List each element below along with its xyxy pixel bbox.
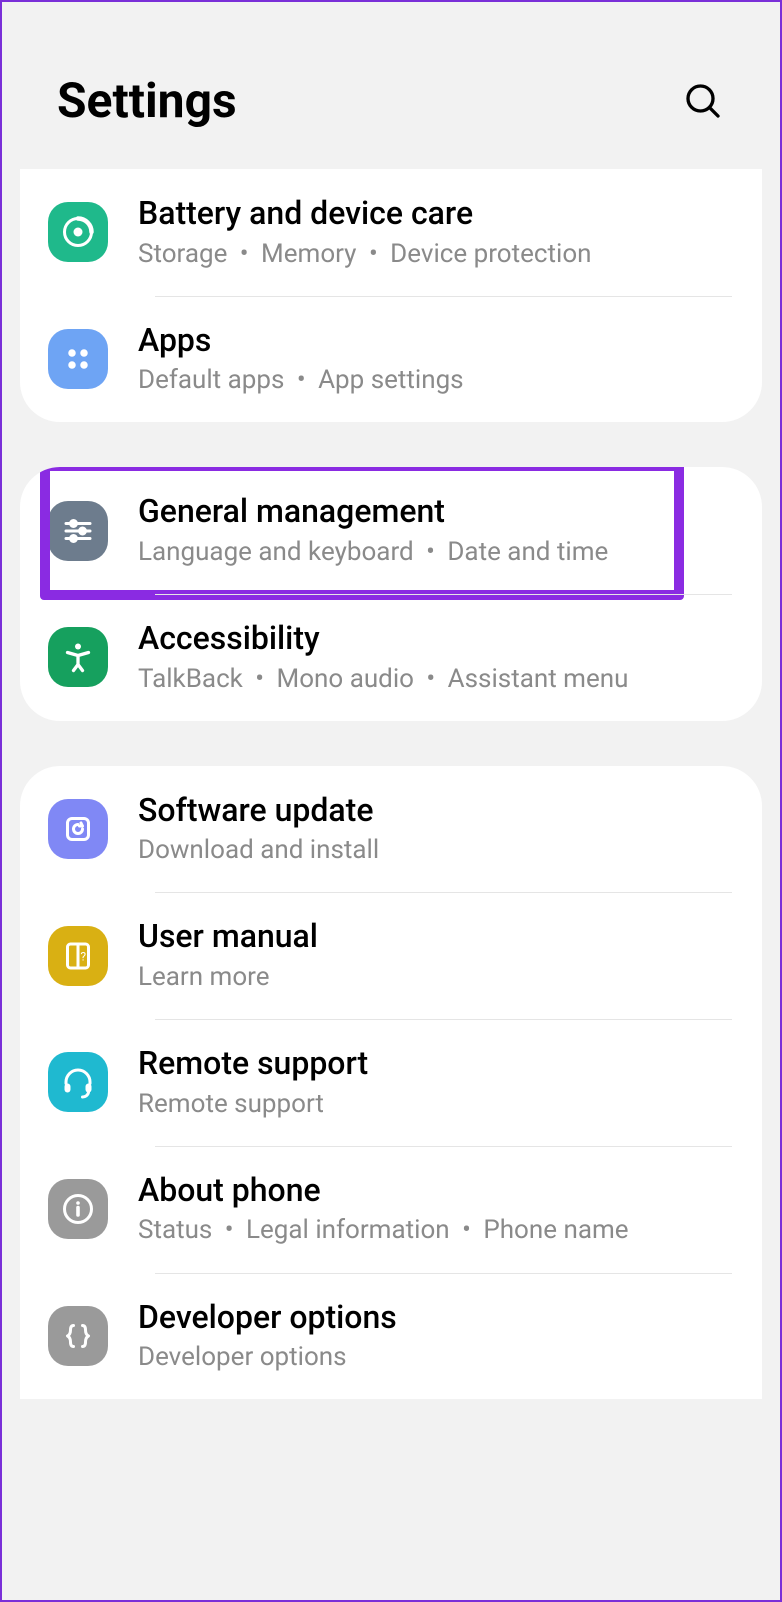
settings-group: Software updateDownload and install? User… (20, 766, 762, 1399)
item-subtitle: Storage • Memory • Device protection (138, 237, 592, 272)
item-text: About phoneStatus • Legal information • … (138, 1170, 629, 1249)
item-title: Accessibility (138, 618, 628, 660)
item-subtitle: Language and keyboard • Date and time (138, 535, 608, 570)
info-icon (48, 1179, 108, 1239)
search-button[interactable] (681, 79, 725, 123)
separator-dot: • (227, 239, 261, 269)
manual-icon: ? (48, 926, 108, 986)
settings-item-about-phone[interactable]: About phoneStatus • Legal information • … (20, 1146, 762, 1273)
item-title: Developer options (138, 1297, 397, 1339)
item-title: General management (138, 491, 608, 533)
item-text: Battery and device careStorage • Memory … (138, 193, 592, 272)
settings-item-battery-device-care[interactable]: Battery and device careStorage • Memory … (20, 169, 762, 296)
search-icon (683, 81, 723, 121)
apps-icon (48, 329, 108, 389)
separator-dot: • (450, 1215, 484, 1245)
settings-item-general-management[interactable]: General managementLanguage and keyboard … (20, 467, 762, 594)
item-subtitle: Learn more (138, 960, 318, 995)
item-title: User manual (138, 916, 318, 958)
item-title: Remote support (138, 1043, 368, 1085)
separator-dot: • (414, 664, 448, 694)
settings-item-software-update[interactable]: Software updateDownload and install (20, 766, 762, 893)
item-text: Software updateDownload and install (138, 790, 379, 869)
item-title: Apps (138, 320, 464, 362)
settings-item-remote-support[interactable]: Remote supportRemote support (20, 1019, 762, 1146)
settings-item-developer-options[interactable]: Developer optionsDeveloper options (20, 1273, 762, 1400)
item-text: Remote supportRemote support (138, 1043, 368, 1122)
update-icon (48, 799, 108, 859)
item-text: AppsDefault apps • App settings (138, 320, 464, 399)
settings-group: General managementLanguage and keyboard … (20, 467, 762, 720)
item-title: Software update (138, 790, 379, 832)
header: Settings (2, 2, 780, 169)
headset-icon (48, 1052, 108, 1112)
settings-item-apps[interactable]: AppsDefault apps • App settings (20, 296, 762, 423)
braces-icon (48, 1306, 108, 1366)
item-text: General managementLanguage and keyboard … (138, 491, 608, 570)
item-subtitle: Remote support (138, 1087, 368, 1122)
separator-dot: • (212, 1215, 246, 1245)
item-subtitle: Developer options (138, 1340, 397, 1375)
page-title: Settings (57, 72, 237, 129)
settings-item-accessibility[interactable]: AccessibilityTalkBack • Mono audio • Ass… (20, 594, 762, 721)
settings-item-user-manual[interactable]: ? User manualLearn more (20, 892, 762, 1019)
battery-care-icon (48, 202, 108, 262)
separator-dot: • (243, 664, 277, 694)
item-text: User manualLearn more (138, 916, 318, 995)
sliders-icon (48, 501, 108, 561)
item-text: Developer optionsDeveloper options (138, 1297, 397, 1376)
accessibility-icon (48, 627, 108, 687)
item-subtitle: Status • Legal information • Phone name (138, 1213, 629, 1248)
item-title: About phone (138, 1170, 629, 1212)
separator-dot: • (284, 365, 318, 395)
item-subtitle: TalkBack • Mono audio • Assistant menu (138, 662, 628, 697)
item-title: Battery and device care (138, 193, 592, 235)
separator-dot: • (414, 537, 448, 567)
item-subtitle: Default apps • App settings (138, 363, 464, 398)
settings-group: Battery and device careStorage • Memory … (20, 169, 762, 422)
item-subtitle: Download and install (138, 833, 379, 868)
separator-dot: • (357, 239, 391, 269)
item-text: AccessibilityTalkBack • Mono audio • Ass… (138, 618, 628, 697)
svg-text:?: ? (80, 949, 86, 963)
